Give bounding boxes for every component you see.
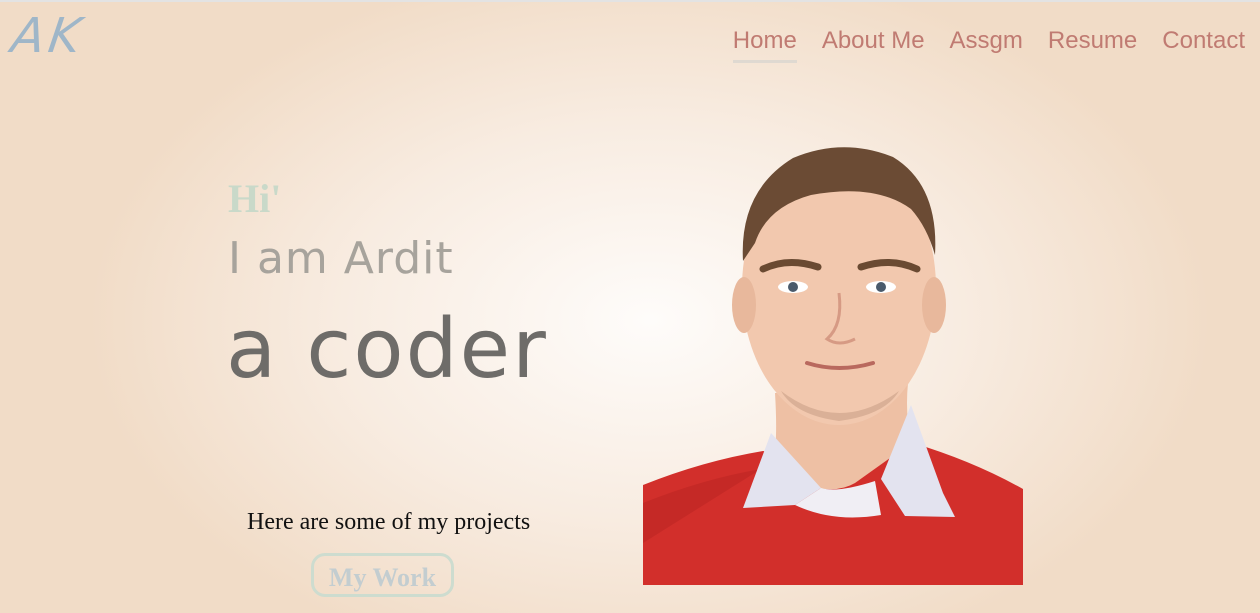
nav-home-link[interactable]: Home: [732, 27, 797, 63]
hero-role: a coder: [226, 302, 548, 397]
hero-greeting: Hi': [228, 176, 282, 221]
my-work-button[interactable]: My Work: [311, 553, 454, 597]
nav-contact-link[interactable]: Contact: [1162, 27, 1245, 63]
nav-resume-link[interactable]: Resume: [1048, 27, 1137, 63]
projects-text: Here are some of my projects: [247, 509, 531, 535]
site-logo[interactable]: AK: [8, 8, 88, 64]
nav-assignments-link[interactable]: Assgm: [950, 27, 1023, 63]
top-border: [0, 0, 1260, 2]
nav-about-link[interactable]: About Me: [822, 27, 925, 63]
profile-photo: [643, 147, 1023, 585]
hero-intro: I am Ardit: [228, 233, 454, 284]
main-nav: Home About Me Assgm Resume Contact: [708, 27, 1245, 63]
